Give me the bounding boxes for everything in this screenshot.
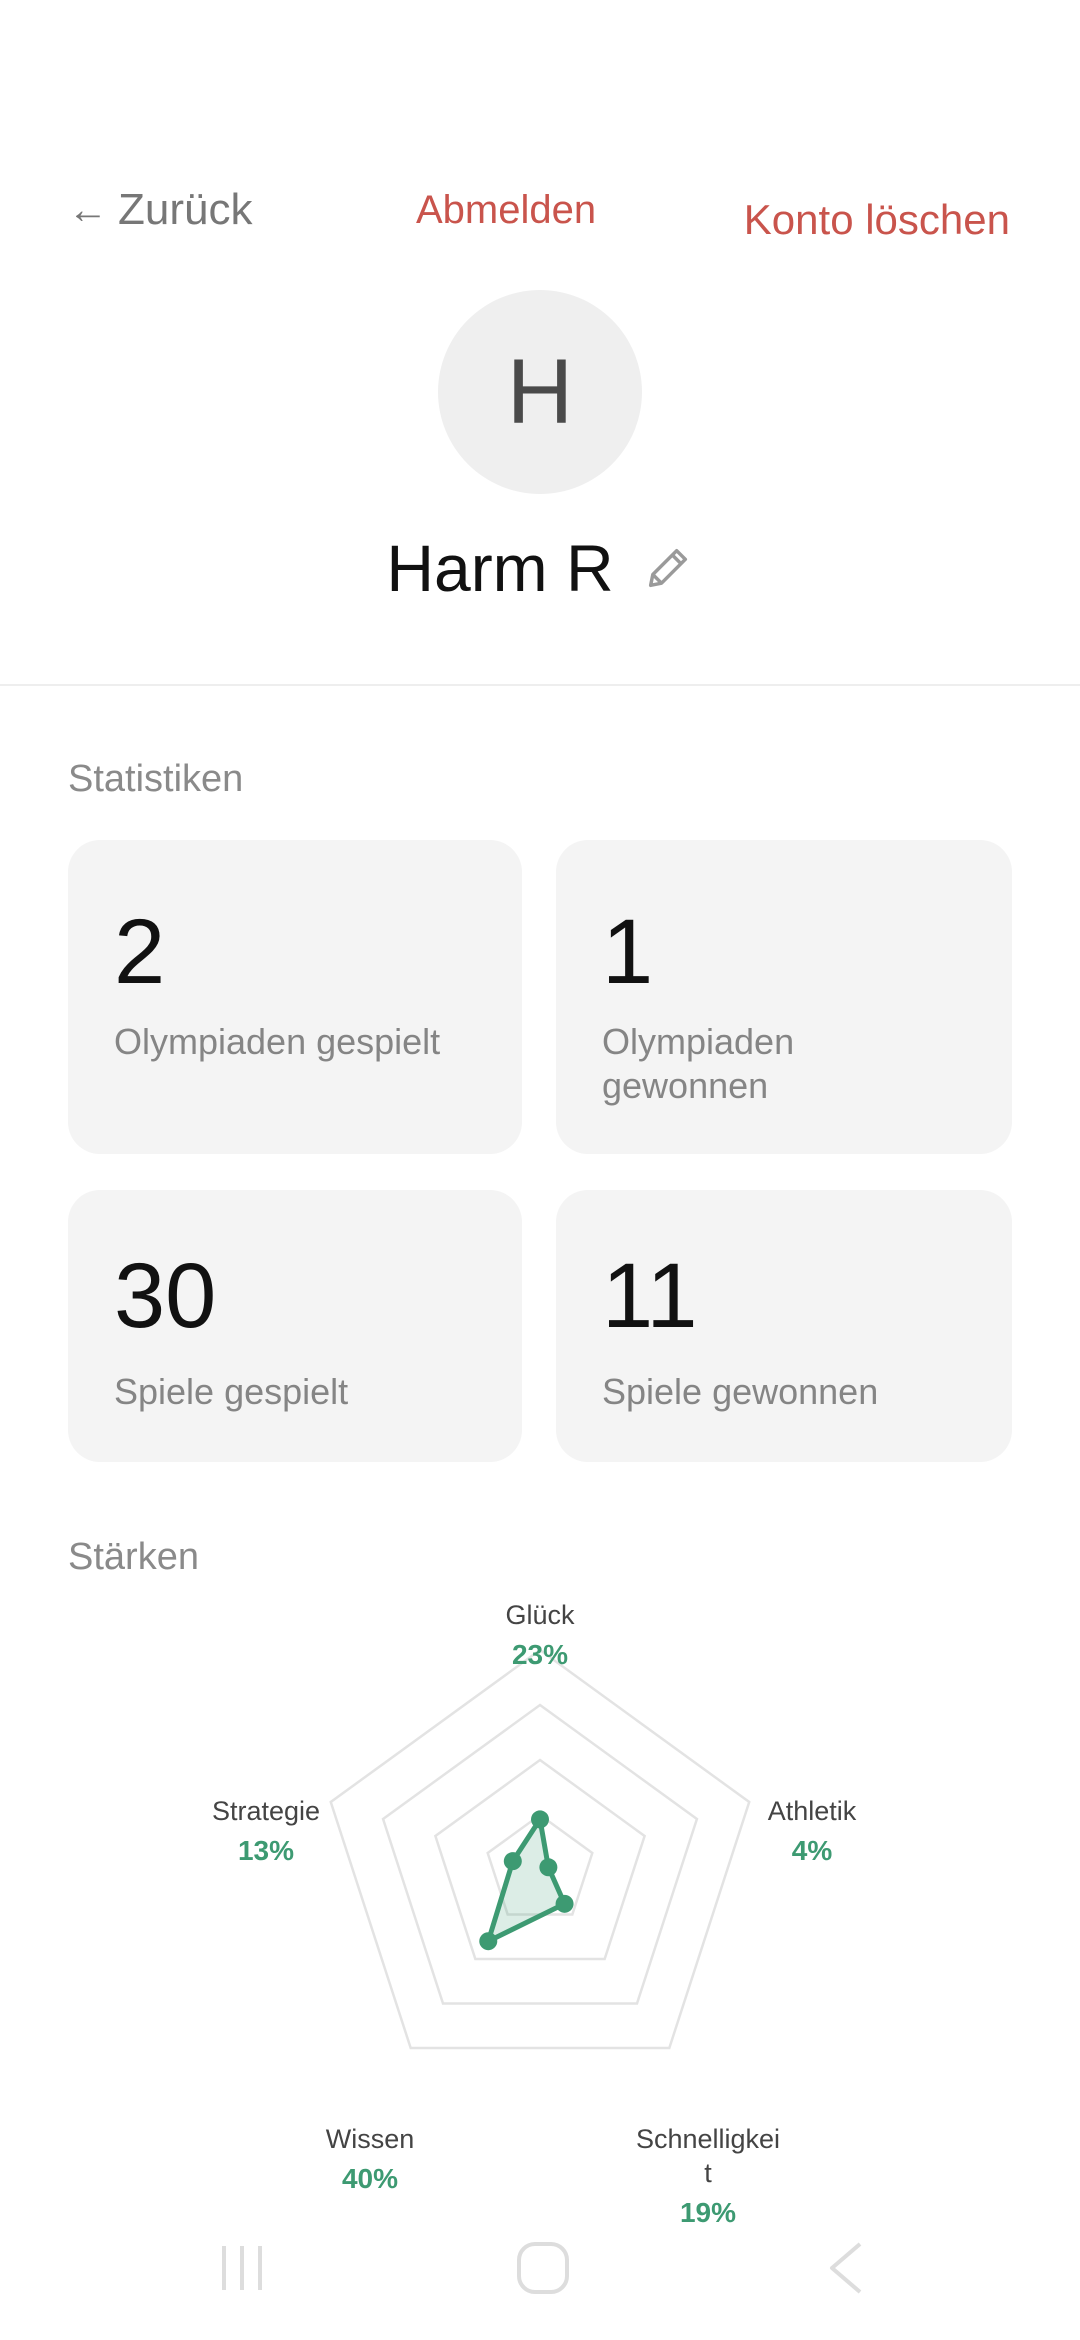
radar-value-label: 40% <box>342 2163 398 2194</box>
stat-card-games-won: 11 Spiele gewonnen <box>556 1190 1012 1462</box>
avatar: H <box>438 290 642 494</box>
radar-value-label: 19% <box>680 2197 736 2228</box>
recent-apps-icon[interactable] <box>222 2246 262 2290</box>
user-name: Harm R <box>386 531 614 605</box>
radar-value-label: 4% <box>792 1835 833 1866</box>
stats-title: Statistiken <box>68 758 244 800</box>
radar-data-point <box>555 1894 574 1913</box>
stat-value: 30 <box>114 1245 217 1347</box>
strengths-title: Stärken <box>68 1536 199 1578</box>
stat-value: 1 <box>602 901 654 1003</box>
system-nav-bar <box>222 2242 862 2294</box>
radar-axis-label: Schnelligkei <box>636 2124 780 2154</box>
stat-value: 11 <box>602 1245 698 1347</box>
stat-label: Spiele gespielt <box>114 1371 349 1412</box>
arrow-left-icon: ← <box>68 188 108 232</box>
radar-data-point <box>531 1810 549 1829</box>
radar-series-area <box>485 1816 568 1944</box>
divider <box>0 684 1080 686</box>
radar-axis-label: t <box>704 2158 712 2188</box>
stat-value: 2 <box>114 901 166 1003</box>
radar-axis-label: Wissen <box>326 2124 415 2154</box>
stat-label: Olympiaden gespielt <box>114 1021 441 1062</box>
pencil-icon[interactable] <box>642 542 694 594</box>
back-icon[interactable] <box>830 2242 862 2294</box>
logout-button[interactable]: Abmelden <box>416 180 596 240</box>
stat-label: Spiele gewonnen <box>602 1371 879 1412</box>
radar-axis-label: Athletik <box>768 1796 857 1826</box>
name-row: Harm R <box>0 530 1080 606</box>
radar-data-point <box>503 1852 522 1871</box>
stat-card-olympiads-played: 2 Olympiaden gespielt <box>68 840 522 1154</box>
avatar-initial: H <box>506 340 574 443</box>
radar-axis-label: Glück <box>505 1600 575 1630</box>
profile-screen: ← Zurück Abmelden Konto löschen H Harm R… <box>0 0 1080 2340</box>
back-label: Zurück <box>118 185 253 234</box>
radar-data-point <box>539 1858 558 1877</box>
delete-account-button[interactable]: Konto löschen <box>744 190 1010 250</box>
radar-value-label: 13% <box>238 1835 294 1866</box>
strengths-radar-chart: Glück 23% Athletik 4% Schnelligkei t 19% Wissen… <box>212 1600 857 2228</box>
radar-data-point <box>479 1932 498 1951</box>
stat-card-olympiads-won: 1 Olympiaden gewonnen <box>556 840 1012 1154</box>
back-button[interactable]: ← Zurück <box>68 180 252 240</box>
radar-axis-label: Strategie <box>212 1796 320 1826</box>
stat-label: Olympiaden gewonnen <box>602 1021 795 1106</box>
radar-value-label: 23% <box>512 1639 568 1670</box>
stat-card-games-played: 30 Spiele gespielt <box>68 1190 522 1462</box>
home-icon[interactable] <box>517 2242 569 2294</box>
